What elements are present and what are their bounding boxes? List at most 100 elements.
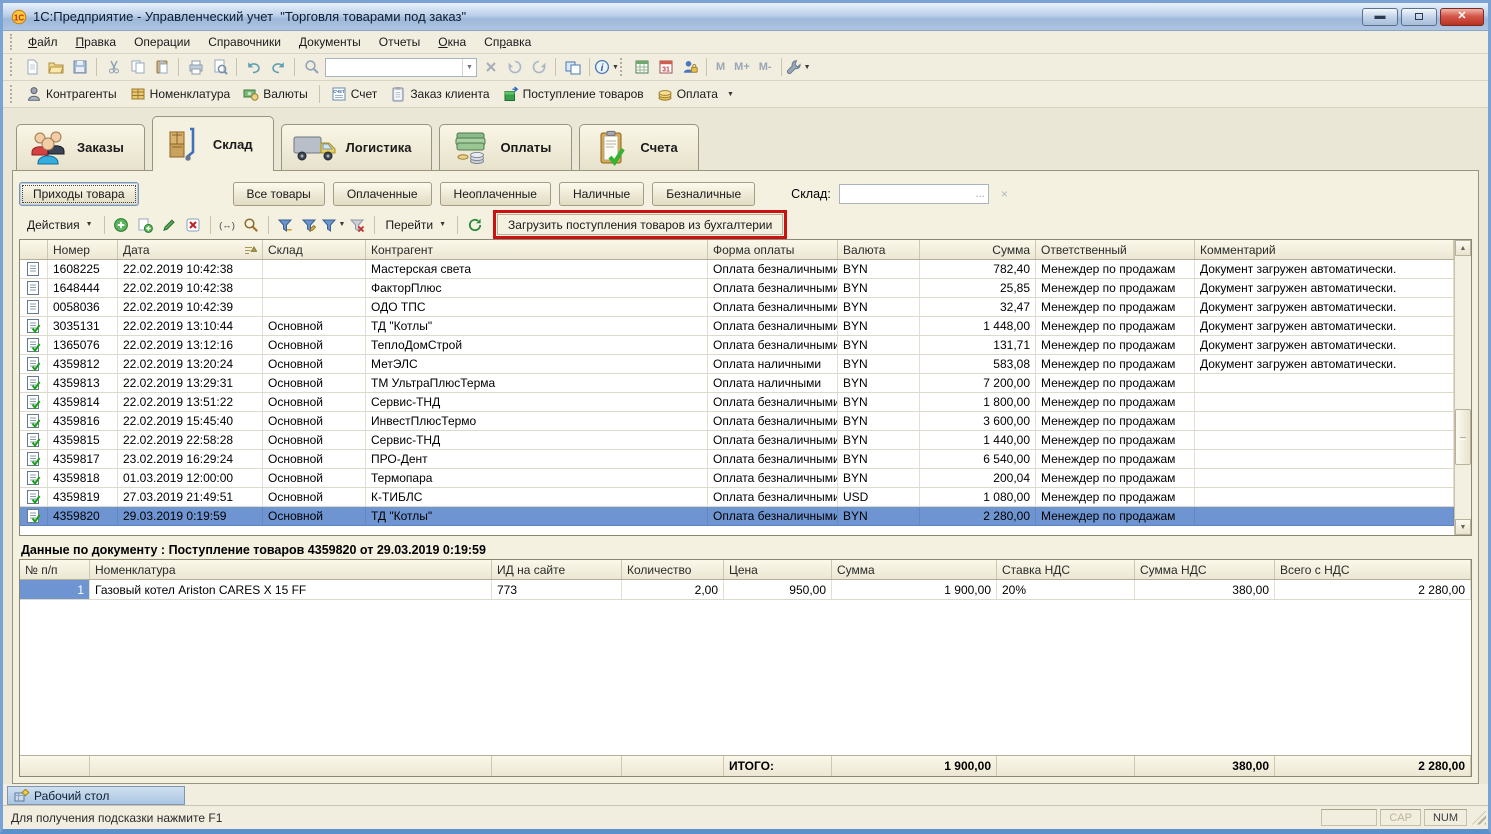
column-header-7[interactable]: Ответственный (1036, 240, 1195, 259)
copy-button[interactable] (126, 56, 149, 78)
table-row[interactable]: 435981801.03.2019 12:00:00ОсновнойТермоп… (20, 469, 1454, 488)
table-row[interactable]: 435982029.03.2019 0:19:59ОсновнойТД "Кот… (20, 507, 1454, 526)
wrench-button[interactable]: ▼ (787, 56, 810, 78)
column-header-1[interactable]: Дата (118, 240, 263, 259)
detail-table-row[interactable]: 1Газовый котел Ariston CARES X 15 FF7732… (20, 580, 1471, 600)
menu-справочники[interactable]: Справочники (199, 33, 290, 51)
incoming-goods-button[interactable]: Приходы товара (19, 182, 139, 206)
tab-счета[interactable]: Счета (579, 124, 698, 170)
new-doc-button[interactable] (20, 56, 43, 78)
close-button[interactable]: ✕ (1440, 8, 1484, 26)
table-row[interactable]: 136507622.02.2019 13:12:16ОсновнойТеплоД… (20, 336, 1454, 355)
title-bar[interactable]: 1С 1С:Предприятие - Управленческий учет … (3, 3, 1488, 31)
table-row[interactable]: 303513122.02.2019 13:10:44ОсновнойТД "Ко… (20, 317, 1454, 336)
tab-оплаты[interactable]: Оплаты (439, 124, 572, 170)
memory-m-button[interactable]: M (712, 61, 729, 73)
load-receipts-button[interactable]: Загрузить поступления товаров из бухгалт… (497, 214, 783, 235)
detail-column-header-5[interactable]: Сумма (832, 560, 997, 579)
column-header-4[interactable]: Форма оплаты (708, 240, 838, 259)
rotate-forward-button[interactable] (527, 56, 550, 78)
calendar-button[interactable]: 31 (654, 56, 677, 78)
column-header-6[interactable]: Сумма (920, 240, 1036, 259)
tab-склад[interactable]: Склад (152, 116, 274, 171)
detail-column-header-2[interactable]: ИД на сайте (492, 560, 622, 579)
column-header-0[interactable]: Номер (48, 240, 118, 259)
redo-button[interactable] (266, 56, 289, 78)
menu-файл[interactable]: Файл (19, 33, 67, 51)
menu-документы[interactable]: Документы (290, 33, 370, 51)
cut-button[interactable] (102, 56, 125, 78)
add-copy-button[interactable] (134, 214, 157, 236)
save-button[interactable] (68, 56, 91, 78)
filter-edit-button[interactable] (298, 214, 321, 236)
nav-invoice[interactable]: СЧЕТСчет (325, 83, 384, 105)
user-lock-button[interactable] (678, 56, 701, 78)
toolbar-grip[interactable] (10, 58, 15, 76)
nav-payment[interactable]: Оплата (651, 83, 724, 105)
goto-menu-button[interactable]: Перейти▼ (380, 214, 453, 236)
actions-menu-button[interactable]: Действия▼ (21, 214, 99, 236)
info-button[interactable]: i▼ (595, 56, 618, 78)
menu-операции[interactable]: Операции (125, 33, 199, 51)
delete-button[interactable] (182, 214, 205, 236)
memory-m+-button[interactable]: M+ (730, 61, 754, 73)
table-row[interactable]: 160822522.02.2019 10:42:38Мастерская све… (20, 260, 1454, 279)
table-row[interactable]: 435981322.02.2019 13:29:31ОсновнойТМ Уль… (20, 374, 1454, 393)
clear-x-button[interactable] (479, 56, 502, 78)
filter-button-безналичные[interactable]: Безналичные (652, 182, 755, 206)
toolbar-grip[interactable] (10, 85, 15, 103)
nav-person[interactable]: Контрагенты (20, 83, 123, 105)
detail-column-header-3[interactable]: Количество (622, 560, 724, 579)
tab-логистика[interactable]: Логистика (281, 124, 433, 170)
toolbar-grip[interactable] (620, 58, 625, 76)
filter-set-button[interactable] (274, 214, 297, 236)
rotate-back-button[interactable] (503, 56, 526, 78)
resize-grip[interactable] (1472, 811, 1486, 825)
filter-button-все товары[interactable]: Все товары (233, 182, 325, 206)
find-button[interactable] (240, 214, 263, 236)
toolbar-overflow-icon[interactable]: ▼ (727, 91, 734, 98)
nav-currency[interactable]: Валюты (237, 83, 314, 105)
menu-отчеты[interactable]: Отчеты (370, 33, 429, 51)
print-preview-button[interactable] (208, 56, 231, 78)
column-width-button[interactable]: (↔) (216, 214, 239, 236)
memory-m--button[interactable]: M- (755, 61, 776, 73)
detail-column-header-1[interactable]: Номенклатура (90, 560, 492, 579)
table-button[interactable] (630, 56, 653, 78)
scroll-up-button[interactable]: ▲ (1455, 240, 1471, 256)
tab-заказы[interactable]: Заказы (16, 124, 145, 170)
table-row[interactable]: 435981222.02.2019 13:20:24ОсновнойМетЭЛС… (20, 355, 1454, 374)
filter-button-неоплаченные[interactable]: Неоплаченные (440, 182, 551, 206)
search-button[interactable] (300, 56, 323, 78)
table-row[interactable]: 435981522.02.2019 22:58:28ОсновнойСервис… (20, 431, 1454, 450)
filter-button-оплаченные[interactable]: Оплаченные (333, 182, 432, 206)
table-row[interactable]: 435981622.02.2019 15:45:40ОсновнойИнвест… (20, 412, 1454, 431)
filter-button-наличные[interactable]: Наличные (559, 182, 644, 206)
menu-окна[interactable]: Окна (429, 33, 475, 51)
nav-goods-receipt[interactable]: Поступление товаров (497, 83, 650, 105)
desktop-tab[interactable]: Рабочий стол (7, 786, 185, 805)
combo-dropdown-icon[interactable]: ▼ (462, 59, 476, 76)
detail-column-header-0[interactable]: № п/п (20, 560, 90, 579)
table-row[interactable]: 435981723.02.2019 16:29:24ОсновнойПРО-Де… (20, 450, 1454, 469)
menu-правка[interactable]: Правка (67, 33, 126, 51)
open-folder-button[interactable] (44, 56, 67, 78)
column-header-5[interactable]: Валюта (838, 240, 920, 259)
filter-clear-button[interactable] (346, 214, 369, 236)
filter-menu-button[interactable]: ▼ (322, 214, 345, 236)
nav-nomenclature[interactable]: Номенклатура (124, 83, 237, 105)
nav-client-order[interactable]: Заказ клиента (384, 83, 495, 105)
detail-column-header-8[interactable]: Всего с НДС (1275, 560, 1471, 579)
menu-справка[interactable]: Справка (475, 33, 540, 51)
scroll-down-button[interactable]: ▼ (1455, 519, 1471, 535)
table-row[interactable]: 164844422.02.2019 10:42:38ФакторПлюсОпла… (20, 279, 1454, 298)
undo-button[interactable] (242, 56, 265, 78)
restore-button[interactable] (1401, 8, 1437, 26)
copy-windows-button[interactable] (561, 56, 584, 78)
detail-column-header-4[interactable]: Цена (724, 560, 832, 579)
column-header-2[interactable]: Склад (263, 240, 366, 259)
detail-column-header-7[interactable]: Сумма НДС (1135, 560, 1275, 579)
warehouse-input[interactable]: ... (839, 184, 989, 204)
add-button[interactable] (110, 214, 133, 236)
paste-button[interactable] (150, 56, 173, 78)
